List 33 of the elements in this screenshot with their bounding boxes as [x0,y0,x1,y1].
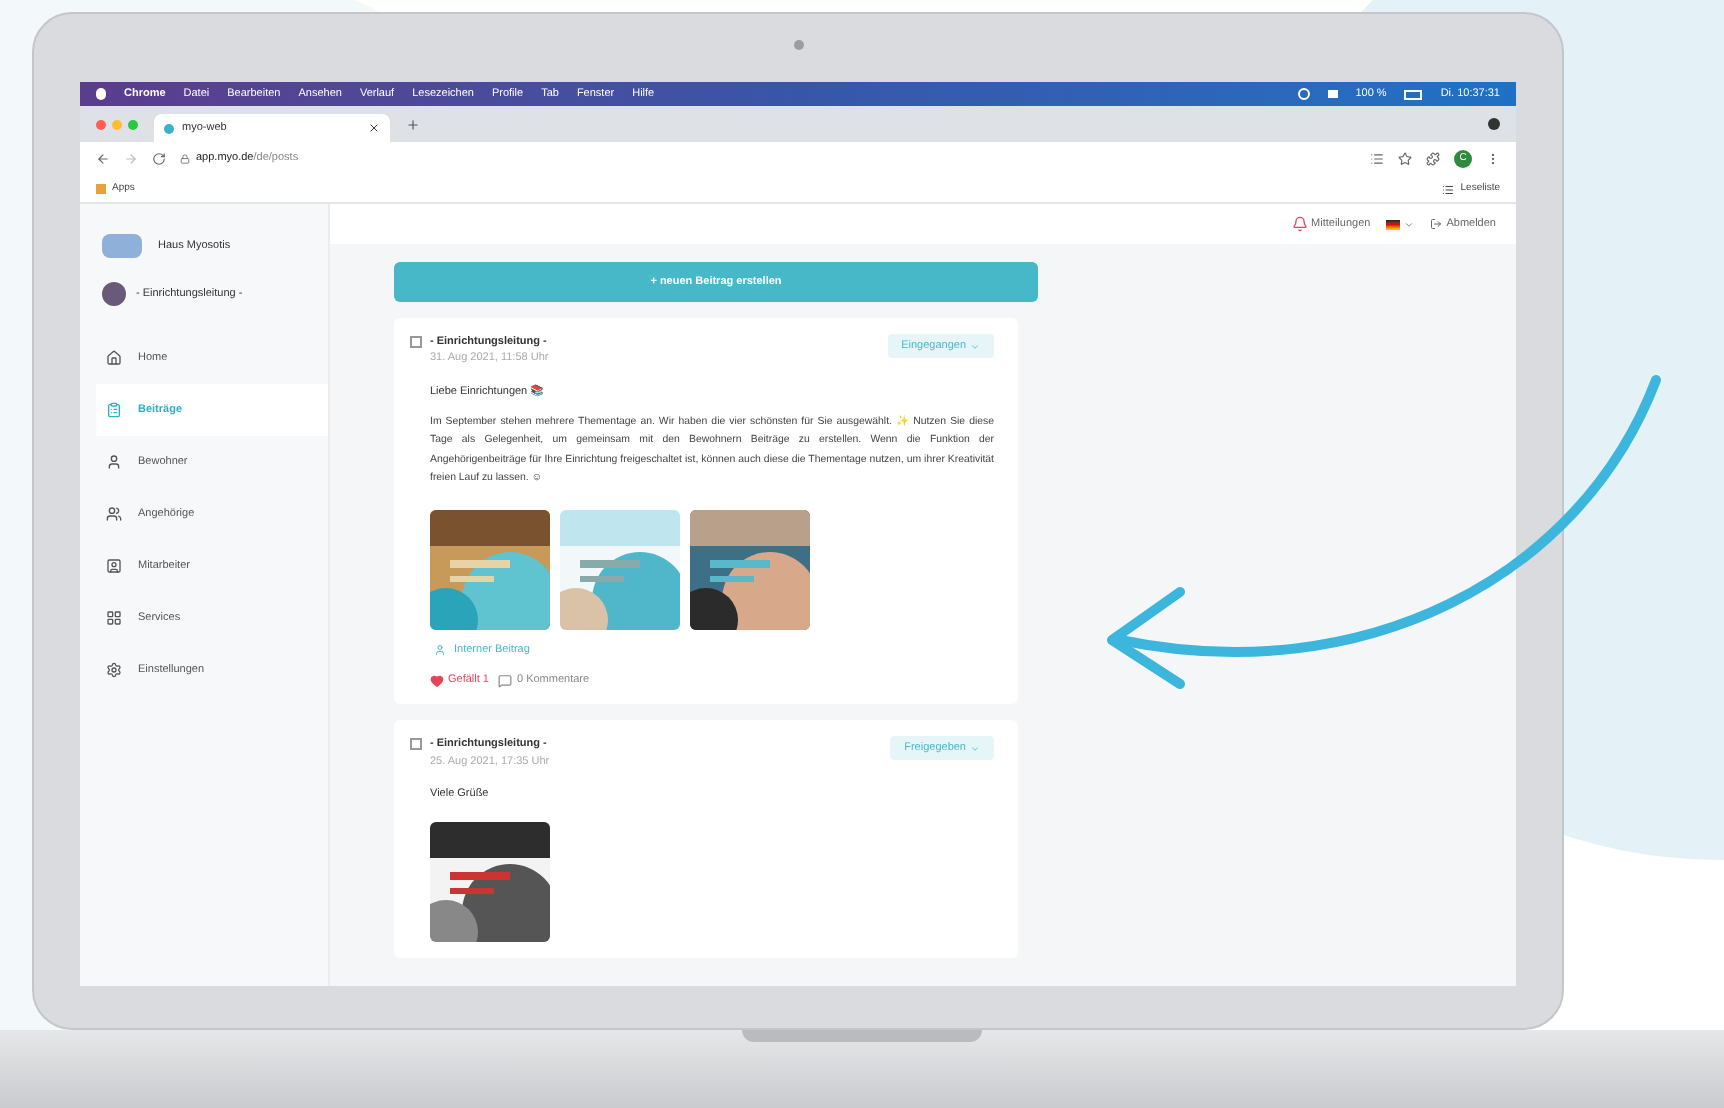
apps-icon [96,184,106,194]
reload-icon[interactable] [152,152,166,166]
caret-icon [970,341,980,351]
flag-icon[interactable] [1386,219,1401,229]
bell-icon[interactable] [1291,216,1308,232]
nav-icon [106,662,122,678]
menu-icon[interactable] [1486,152,1500,166]
comment-icon [498,673,513,688]
reading-list-icon[interactable] [1442,183,1455,195]
caret-icon[interactable] [1404,219,1415,229]
post-checkbox[interactable] [410,336,422,348]
person-icon [434,643,446,656]
new-tab-icon[interactable] [406,117,420,131]
nav-icon [106,402,122,418]
battery-icon [1404,89,1423,99]
caret-icon [970,743,980,754]
close-icon[interactable] [368,122,380,134]
heart-icon [430,673,444,688]
camera-icon [793,40,803,50]
nav-icon [106,506,122,522]
nav-icon [106,610,122,626]
favicon-icon [164,123,174,133]
star-icon[interactable] [1398,152,1412,166]
extension-icon[interactable] [1426,152,1440,166]
list-icon[interactable] [1370,152,1384,166]
logout-icon[interactable] [1430,218,1443,230]
nav-icon [106,350,122,366]
user-avatar [102,282,126,306]
lock-icon [180,154,190,164]
nav-icon [106,454,122,470]
post-checkbox[interactable] [410,738,422,751]
nav-icon [106,558,122,574]
back-icon[interactable] [96,152,110,166]
